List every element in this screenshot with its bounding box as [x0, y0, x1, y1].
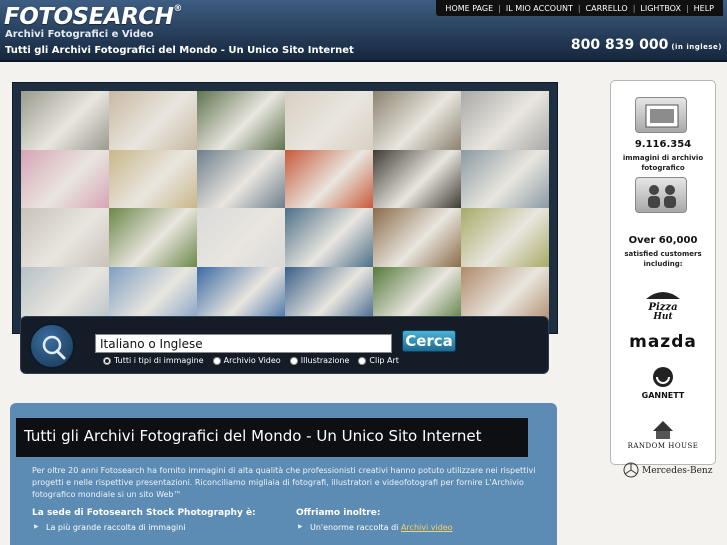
- option-video[interactable]: Archivio Video: [212, 356, 281, 365]
- list-item: Un'enorme raccolta di Archivi video: [296, 523, 526, 532]
- radio-icon[interactable]: [103, 356, 111, 365]
- tractor-photo: [109, 208, 197, 267]
- offers-column: Offriamo inoltre: Un'enorme raccolta di …: [296, 508, 526, 532]
- random-house-logo: RANDOM HOUSE: [611, 413, 715, 453]
- image-count-label: immagini di archivio: [622, 154, 704, 162]
- features-title: La sede di Fotosearch Stock Photography …: [32, 508, 256, 518]
- customer-count-label: satisfied customers: [624, 250, 702, 258]
- mazda-logo: mazda: [611, 331, 715, 355]
- radio-icon[interactable]: [358, 356, 367, 365]
- flowers-photo: [285, 149, 373, 208]
- search-input[interactable]: [95, 334, 392, 353]
- customer-count: Over 60,000: [628, 235, 698, 246]
- image-count-label-2: fotografico: [641, 164, 685, 172]
- svg-text:Hut: Hut: [652, 312, 673, 321]
- photo-stack-icon: [635, 97, 687, 133]
- nav-lightbox[interactable]: LIGHTBOX: [635, 4, 686, 13]
- elderly-woman-photo: [21, 208, 109, 267]
- top-navigation: HOME PAGE | IL MIO ACCOUNT | CARRELLO | LIG…: [436, 0, 723, 16]
- option-clipart[interactable]: Clip Art: [358, 356, 399, 365]
- audience-photo: [373, 149, 461, 208]
- intro-title: Tutti gli Archivi Fotografici del Mondo …: [24, 427, 482, 445]
- nav-account[interactable]: IL MIO ACCOUNT: [501, 4, 578, 13]
- option-illustration[interactable]: Illustrazione: [289, 356, 349, 365]
- search-button[interactable]: Cerca: [402, 330, 456, 352]
- search-type-options: Tutti i tipi di immagine Archivio Video …: [103, 356, 399, 365]
- search-bar: Cerca Tutti i tipi di immagine Archivio …: [20, 316, 549, 374]
- nav-help[interactable]: HELP: [689, 4, 719, 13]
- family-photo: [285, 91, 373, 150]
- radio-icon[interactable]: [212, 356, 221, 365]
- radio-icon[interactable]: [289, 356, 298, 365]
- option-all-images[interactable]: Tutti i tipi di immagine: [103, 356, 204, 365]
- svg-text:Mercedes-Benz: Mercedes-Benz: [642, 466, 713, 476]
- site-header: FOTOSEARCH® Archivi Fotografici e Video …: [0, 0, 727, 62]
- deer-photo: [197, 91, 285, 150]
- students-photo: [461, 208, 549, 267]
- photo-mosaic: [12, 82, 558, 334]
- money-hand-photo: [21, 91, 109, 150]
- mercedes-logo: Mercedes-Benz: [616, 460, 716, 484]
- nav-cart[interactable]: CARRELLO: [581, 4, 633, 13]
- site-tagline: Archivi Fotografici e Video: [5, 29, 154, 40]
- svg-text:RANDOM HOUSE: RANDOM HOUSE: [628, 442, 699, 449]
- pagoda-photo: [21, 149, 109, 208]
- fotosearch-logo[interactable]: FOTOSEARCH®: [4, 4, 216, 30]
- mountain-photo: [197, 149, 285, 208]
- search-icon: [29, 323, 75, 369]
- nav-home[interactable]: HOME PAGE: [440, 4, 498, 13]
- group-people-photo: [373, 91, 461, 150]
- rowing-photo: [285, 208, 373, 267]
- svg-text:GANNETT: GANNETT: [642, 391, 685, 400]
- site-subline: Tutti gli Archivi Fotografici del Mondo …: [5, 45, 354, 56]
- beach-rope-photo: [109, 91, 197, 150]
- customers-icon: [635, 177, 687, 213]
- customer-count-label-2: including:: [643, 260, 683, 268]
- video-archive-link[interactable]: Archivi video: [401, 523, 453, 532]
- classroom-photo: [373, 208, 461, 267]
- business-people-photo: [461, 91, 549, 150]
- intro-paragraph: Per oltre 20 anni Fotosearch ha fornito …: [32, 466, 536, 499]
- gannett-logo: GANNETT: [611, 365, 715, 405]
- offers-title: Offriamo inoltre:: [296, 508, 381, 518]
- woman-lying-photo: [197, 208, 285, 267]
- intro-section: Tutti gli Archivi Fotografici del Mondo …: [10, 403, 557, 545]
- list-item: La più grande raccolta di immagini: [32, 523, 262, 532]
- features-column: La sede di Fotosearch Stock Photography …: [32, 508, 262, 532]
- temple-photo: [461, 149, 549, 208]
- svg-text:mazda: mazda: [629, 332, 697, 351]
- phone-number: 800 839 000 (in inglese): [570, 37, 722, 53]
- customers-panel: 9.116.354 immagini di archivio fotografi…: [610, 80, 716, 465]
- pizza-hut-logo: Pizza Hut: [611, 283, 715, 325]
- intro-title-bar: Tutti gli Archivi Fotografici del Mondo …: [16, 418, 528, 457]
- cooking-photo: [109, 149, 197, 208]
- image-count: 9.116.354: [634, 139, 692, 150]
